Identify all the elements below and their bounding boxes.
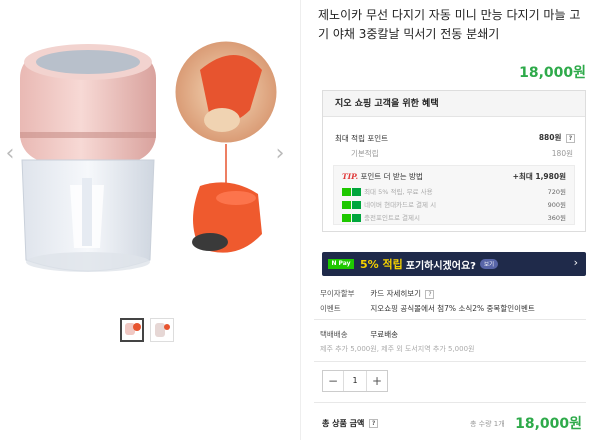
product-gallery: ‹ › <box>0 0 300 440</box>
section-divider <box>314 402 586 403</box>
benefit-box: 지오 쇼핑 고객을 위한 혜택 최대 적립 포인트 880원 ? 기본적립 18… <box>322 90 586 232</box>
tip-item-2[interactable]: 네이버 현대카드로 결제 시 <box>342 199 436 209</box>
total-label-group: 총 상품 금액 ? <box>322 418 379 429</box>
shipping-row: 택배배송 무료배송 <box>320 329 398 340</box>
quantity-stepper: − 1 + <box>322 370 388 392</box>
product-price: 18,000원 <box>519 65 586 81</box>
benefit-header: 지오 쇼핑 고객을 위한 혜택 <box>323 91 585 117</box>
banner-text: 포기하시겠어요? <box>405 260 476 272</box>
npay-promo-banner[interactable]: N Pay 5% 적립 포기하시겠어요? 보기 › <box>322 252 586 276</box>
quantity-plus-button[interactable]: + <box>367 371 387 391</box>
installment-row: 무이자할부 카드 자세히보기 ? <box>320 288 435 299</box>
total-help-icon[interactable]: ? <box>369 419 379 428</box>
shipping-value: 무료배송 <box>370 330 398 339</box>
event-label: 이벤트 <box>320 304 341 313</box>
basic-points-label: 기본적립 <box>351 149 379 158</box>
total-label: 총 상품 금액 <box>322 419 365 428</box>
product-illustration <box>20 38 280 272</box>
section-divider <box>314 319 586 320</box>
max-points-label: 최대 적립 포인트 <box>335 134 389 143</box>
tip-item-text: 최대 5% 적립, 무료 사용 <box>364 188 433 196</box>
tip-item-text: 충전포인트로 결제시 <box>364 214 420 222</box>
product-info-panel: 제노이카 무선 다지기 자동 미니 만능 다지기 마늘 고기 야채 3중칼날 믹… <box>314 0 586 440</box>
card-detail-link[interactable]: 카드 자세히보기 <box>370 289 421 298</box>
tip-heading: TIP. 포인트 더 받는 방법 <box>342 171 423 182</box>
shipping-label: 택배배송 <box>320 330 348 339</box>
tip-box: TIP. 포인트 더 받는 방법 +최대 1,980원 최대 5% 적립, 무료… <box>333 165 575 225</box>
max-points-help-icon[interactable]: ? <box>566 133 575 143</box>
npay-icon <box>342 201 351 209</box>
tip-label: TIP. <box>342 172 359 181</box>
gallery-next-button[interactable]: › <box>272 142 288 166</box>
tip-item-1[interactable]: 최대 5% 적립, 무료 사용 <box>342 186 433 196</box>
npay-charge-icon <box>352 214 361 222</box>
tip-item-value: 900원 <box>547 201 566 209</box>
gallery-prev-button[interactable]: ‹ <box>2 142 18 166</box>
tip-item-text: 네이버 현대카드로 결제 시 <box>364 201 437 209</box>
quantity-minus-button[interactable]: − <box>323 371 343 391</box>
basic-points-value: 180원 <box>551 149 573 158</box>
installment-label: 무이자할부 <box>320 289 355 298</box>
tip-title: 포인트 더 받는 방법 <box>360 172 423 181</box>
thumbnail-1[interactable] <box>120 318 144 342</box>
tip-item-value: 360원 <box>547 214 566 222</box>
chevron-right-icon: › <box>573 256 578 269</box>
npay-icon <box>342 188 351 196</box>
npay-card-icon <box>352 201 361 209</box>
max-points-value-group: 880원 ? <box>539 132 575 143</box>
npay-membership-icon <box>352 188 361 196</box>
npay-icon <box>342 214 351 222</box>
tip-item-3[interactable]: 충전포인트로 결제시 <box>342 212 420 222</box>
section-divider <box>314 361 586 362</box>
thumbnail-list <box>120 318 174 342</box>
total-count: 총 수량 1개 <box>470 420 505 428</box>
thumbnail-2[interactable] <box>150 318 174 342</box>
tip-item-value: 720원 <box>547 188 566 196</box>
tip-max: +최대 1,980원 <box>512 172 566 181</box>
max-points-value: 880원 <box>538 133 562 142</box>
banner-percent: 5% 적립 <box>360 258 403 271</box>
banner-pill: 보기 <box>479 259 499 269</box>
product-title: 제노이카 무선 다지기 자동 미니 만능 다지기 마늘 고기 야채 3중칼날 믹… <box>318 8 581 41</box>
column-divider <box>300 0 301 440</box>
event-row: 이벤트 지오쇼핑 공식몰에서 첨7% 소식2% 중복할인이벤트 <box>320 303 535 314</box>
shipping-note: 제주 추가 5,000원, 제주 외 도서지역 추가 5,000원 <box>320 345 475 353</box>
card-help-icon[interactable]: ? <box>425 289 435 299</box>
quantity-input[interactable]: 1 <box>343 371 367 391</box>
product-main-image: ‹ › <box>0 0 300 310</box>
total-price: 18,000원 <box>515 416 582 432</box>
npay-logo: N Pay <box>328 259 354 269</box>
event-text: 지오쇼핑 공식몰에서 첨7% 소식2% 중복할인이벤트 <box>370 304 535 313</box>
